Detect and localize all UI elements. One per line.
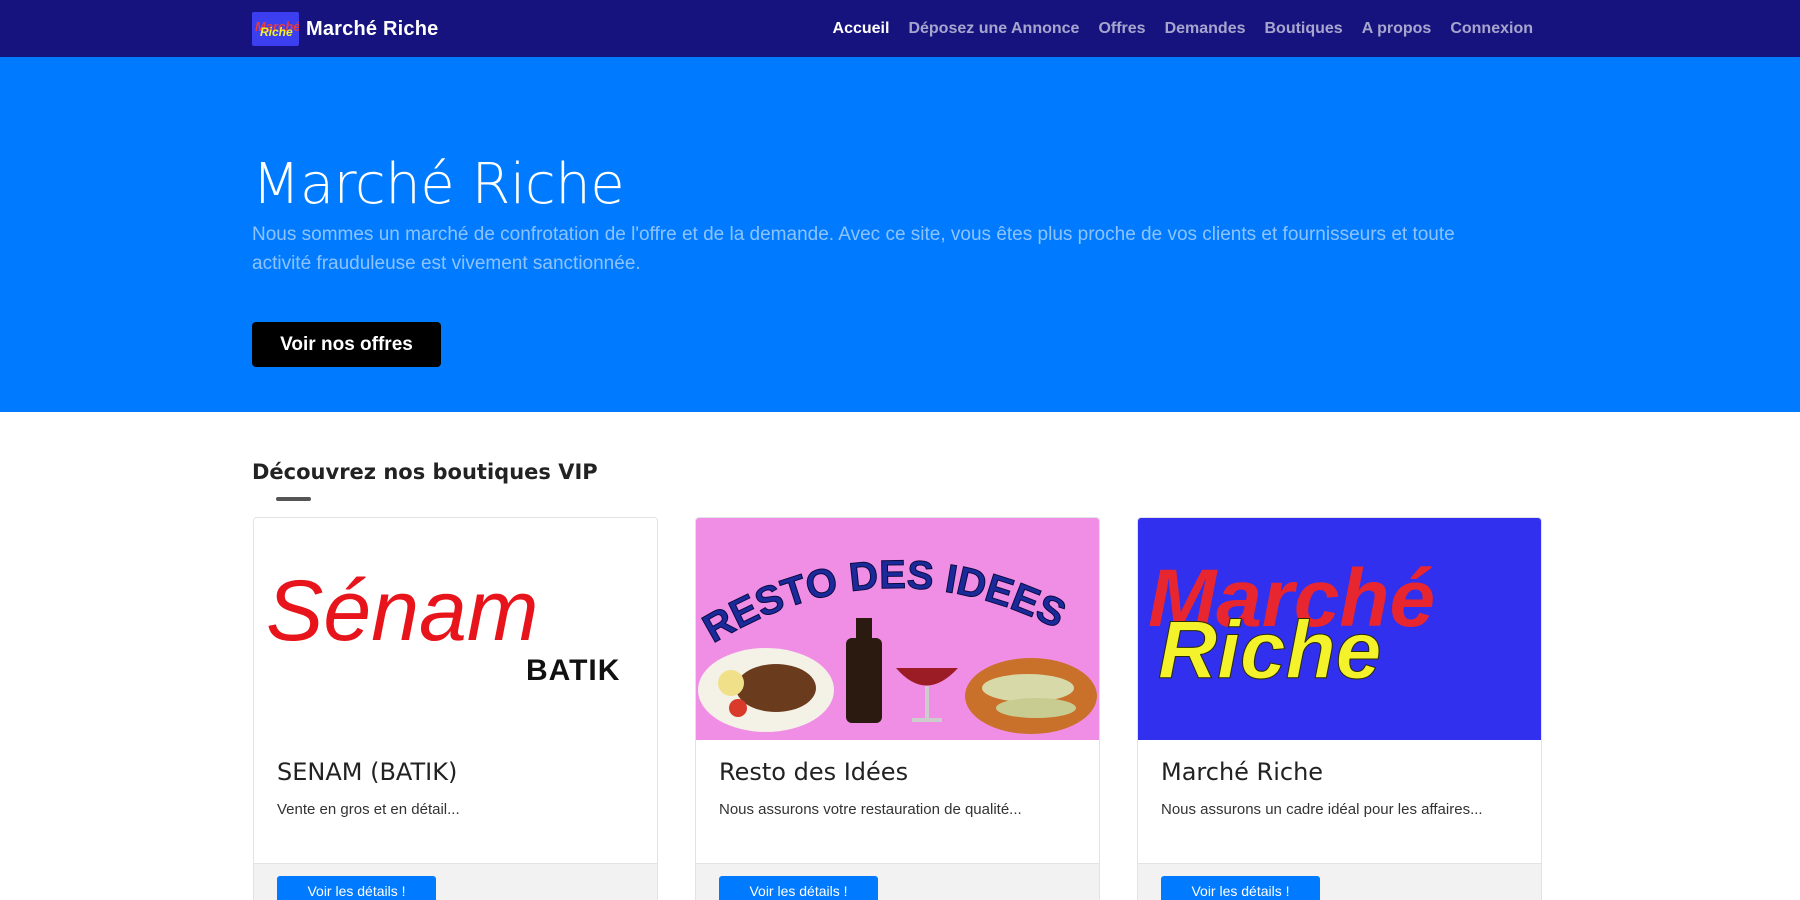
batik-logo-text: BATIK [526,654,620,687]
section-divider [276,497,311,501]
card-footer: Voir les détails ! [1138,863,1541,900]
card-description: Nous assurons votre restauration de qual… [719,801,1022,818]
brand-logo: Marché Riche [252,12,299,46]
view-details-button[interactable]: Voir les détails ! [719,876,878,900]
resto-arc-textpath: RESTO DES IDEES [696,552,1073,651]
hero-description: Nous sommes un marché de confrotation de… [252,224,1455,274]
food-tomato-icon [729,699,747,717]
shop-card-marche-riche: Marché Riche Marché Riche Nous assurons … [1137,517,1542,900]
brand-link[interactable]: Marché Riche Marché Riche [252,11,438,47]
food-bowl-content-icon [982,674,1074,702]
card-title: Resto des Idées [719,758,909,786]
nav-link-deposez-annonce[interactable]: Déposez une Annonce [908,20,1079,38]
food-egg-icon [718,670,744,696]
card-footer: Voir les détails ! [696,863,1099,900]
nav-menu: Accueil Déposez une Annonce Offres Deman… [833,0,1533,57]
nav-link-demandes[interactable]: Demandes [1165,20,1246,38]
card-title: SENAM (BATIK) [277,758,458,786]
food-meat-icon [736,664,816,712]
view-details-button[interactable]: Voir les détails ! [277,876,436,900]
card-description: Vente en gros et en détail... [277,801,460,818]
top-navbar: Marché Riche Marché Riche Accueil Dépose… [0,0,1800,57]
shop-logo-senam[interactable]: Sénam BATIK [254,518,657,740]
shop-card-resto: RESTO DES IDEES Resto des Idées Nous ass… [695,517,1100,900]
section-title: Découvrez nos boutiques VIP [252,460,598,484]
view-details-button[interactable]: Voir les détails ! [1161,876,1320,900]
nav-link-a-propos[interactable]: A propos [1362,20,1432,38]
nav-link-accueil[interactable]: Accueil [833,20,890,38]
shop-card-senam: Sénam BATIK SENAM (BATIK) Vente en gros … [253,517,658,900]
riche-logo-text: Riche [1158,605,1381,696]
hero-title: Marché Riche [252,152,625,217]
wine-glass-icon [896,668,958,686]
food-bowl-content-2-icon [996,698,1076,718]
nav-link-offres[interactable]: Offres [1098,20,1145,38]
shop-logo-marche-riche[interactable]: Marché Riche [1138,518,1541,740]
wine-glass-stem-icon [925,686,929,720]
senam-logo-text: Sénam [266,563,539,659]
bottle-neck-icon [856,618,872,642]
bottle-icon [846,638,882,723]
shop-logo-resto[interactable]: RESTO DES IDEES [696,518,1099,740]
card-description: Nous assurons un cadre idéal pour les af… [1161,801,1483,818]
nav-link-connexion[interactable]: Connexion [1450,20,1533,38]
brand-logo-text-line2: Riche [260,25,293,39]
view-offers-button[interactable]: Voir nos offres [252,322,441,367]
wine-glass-base-icon [912,718,942,722]
resto-arc-text: RESTO DES IDEES [696,553,1072,651]
hero-jumbotron: Marché Riche Nous sommes un marché de co… [0,57,1800,412]
card-footer: Voir les détails ! [254,863,657,900]
brand-name[interactable]: Marché Riche [306,18,438,41]
card-title: Marché Riche [1161,758,1324,786]
nav-link-boutiques[interactable]: Boutiques [1264,20,1342,38]
